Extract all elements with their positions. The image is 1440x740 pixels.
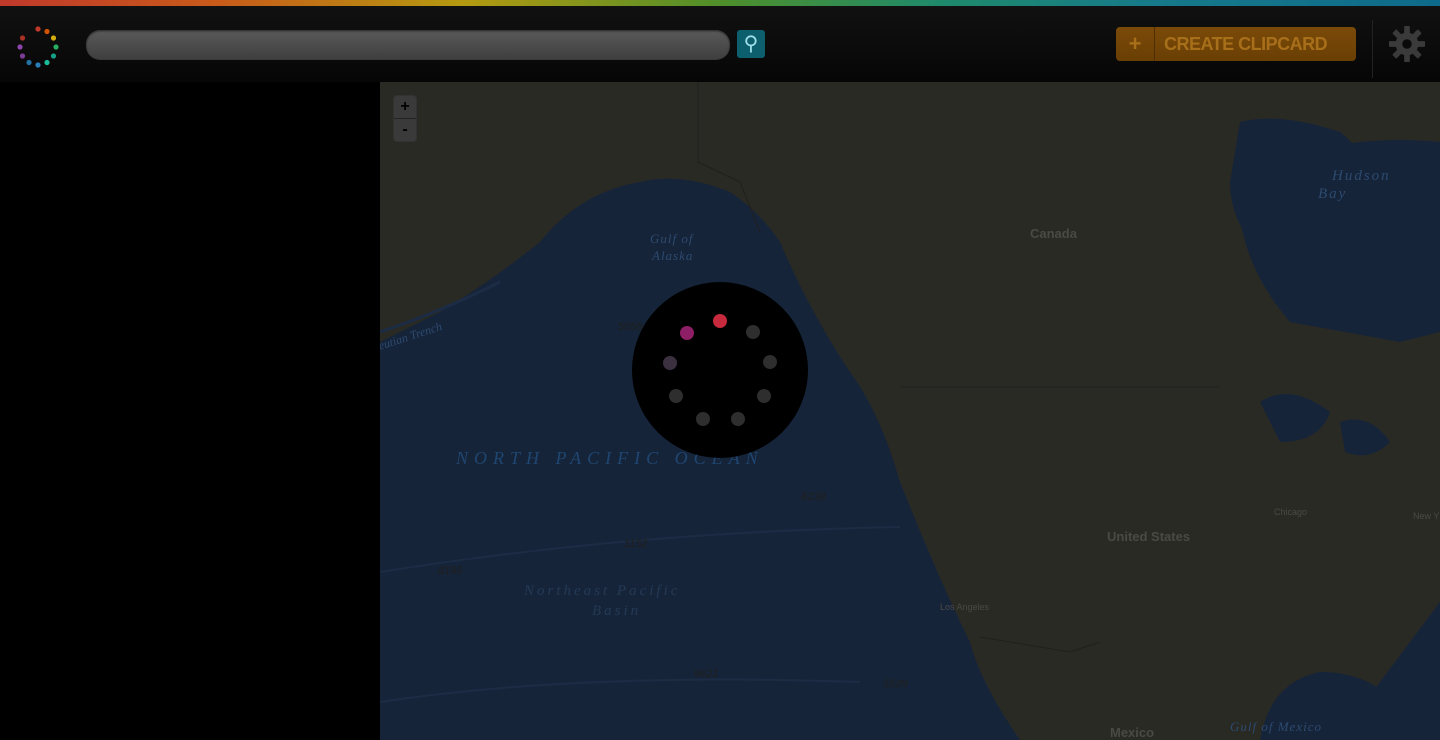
spinner-dot [757,389,771,403]
zoom-in-button[interactable]: + [394,96,416,118]
search-input[interactable] [86,30,730,60]
map-label-basin-1: Northeast Pacific [523,583,680,599]
zoom-control: + - [394,96,416,141]
create-clipcard-label: CREATE CLIPCARD [1164,34,1328,54]
map-label-bay: Bay [1318,186,1347,202]
spinner-dot [663,356,677,370]
spinner-dot [680,326,694,340]
header-divider [1372,20,1373,78]
map-label-united-states: United States [1107,529,1190,544]
logo-icon[interactable] [14,22,62,70]
map-label-mexico: Mexico [1110,725,1154,740]
spinner-dot [669,389,683,403]
map-label-gulf-of-alaska-2: Alaska [651,248,693,263]
map-depth-8195: 8195 [438,565,463,577]
map-basemap: Hudson Bay Gulf of Alaska eutian Trench … [380,82,1440,740]
map-label-basin-2: Basin [592,603,641,619]
map-depth-9621: 9621 [694,668,718,680]
map-label-gulf-of-mexico: Gulf of Mexico [1230,719,1322,734]
map-label-chicago: Chicago [1274,507,1307,517]
search-button[interactable]: ⚲ [737,30,765,58]
map-depth-1152: 1152 [624,538,648,550]
gear-icon[interactable] [1388,25,1426,63]
spinner-dot [763,355,777,369]
map-depth-5529: 5529 [883,678,907,690]
map-label-gulf-of-alaska-1: Gulf of [650,231,695,246]
map-depth-8238: 8238 [801,491,826,503]
map-label-new-york: New Y [1413,511,1439,521]
top-bar: ⚲ + CREATE CLIPCARD [0,6,1440,82]
loading-spinner [632,282,808,458]
spinner-dot [696,412,710,426]
plus-icon: + [1116,27,1155,61]
map-label-los-angeles: Los Angeles [940,602,990,612]
map-label-hudson: Hudson [1331,168,1391,184]
spinner-dot [731,412,745,426]
spinner-dot [713,314,727,328]
create-clipcard-button[interactable]: + CREATE CLIPCARD [1116,27,1356,61]
sidebar-panel [0,82,380,740]
map-view[interactable]: Hudson Bay Gulf of Alaska eutian Trench … [380,82,1440,740]
map-label-canada: Canada [1030,226,1078,241]
zoom-out-button[interactable]: - [394,118,416,141]
spinner-dot [746,325,760,339]
search-icon: ⚲ [743,33,759,55]
